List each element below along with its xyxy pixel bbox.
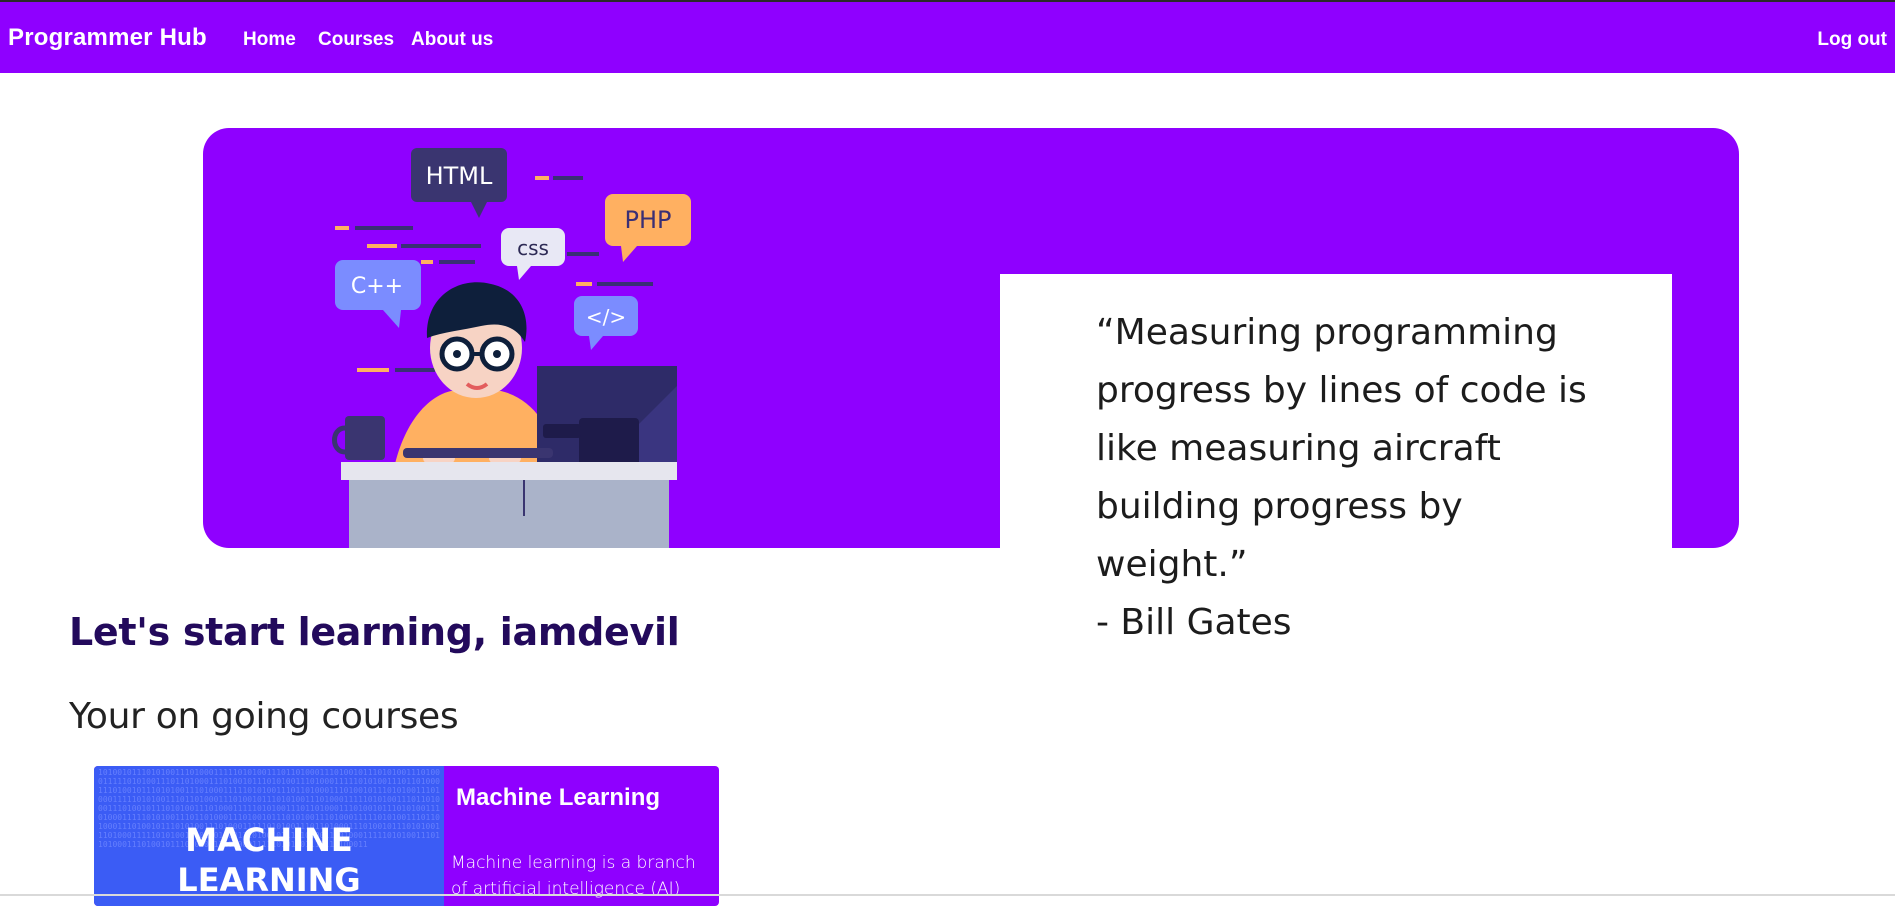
html-bubble-icon: HTML [411,148,507,218]
desk [341,448,677,548]
quote-card: “Measuring programming progress by lines… [1000,274,1672,643]
nav-courses[interactable]: Courses [318,29,394,51]
svg-text:HTML: HTML [426,162,493,190]
course-thumbnail-text: MACHINE LEARNING [177,821,361,899]
course-title[interactable]: Machine Learning [456,784,660,812]
coffee-mug-icon [332,416,385,460]
logout-link[interactable]: Log out [1817,29,1887,51]
nav-about-us[interactable]: About us [411,29,493,51]
ongoing-courses-heading: Your on going courses [69,696,459,737]
code-tag-bubble-icon: </> [574,296,638,350]
course-description: Machine learning is a branch of artifici… [451,853,696,906]
welcome-heading: Let's start learning, iamdevil [69,610,680,654]
quote-text: “Measuring programming progress by lines… [1096,312,1587,643]
svg-text:css: css [517,236,549,260]
navbar: Programmer Hub Home Courses About us Log… [0,2,1895,73]
course-thumbnail: 1010010111010100111010001111101010011101… [94,766,444,906]
svg-text:C++: C++ [351,274,403,299]
nav-home[interactable]: Home [243,29,296,51]
course-card-machine-learning[interactable]: 1010010111010100111010001111101010011101… [94,766,719,906]
svg-text:PHP: PHP [625,206,672,234]
css-bubble-icon: css [501,228,565,280]
programmer-illustration: HTML PHP css C++ </> [332,148,691,548]
cpp-bubble-icon: C++ [335,260,421,328]
php-bubble-icon: PHP [605,194,691,262]
computer-monitor-icon [537,366,677,468]
svg-text:</>: </> [586,305,626,329]
brand-logo[interactable]: Programmer Hub [8,24,207,52]
